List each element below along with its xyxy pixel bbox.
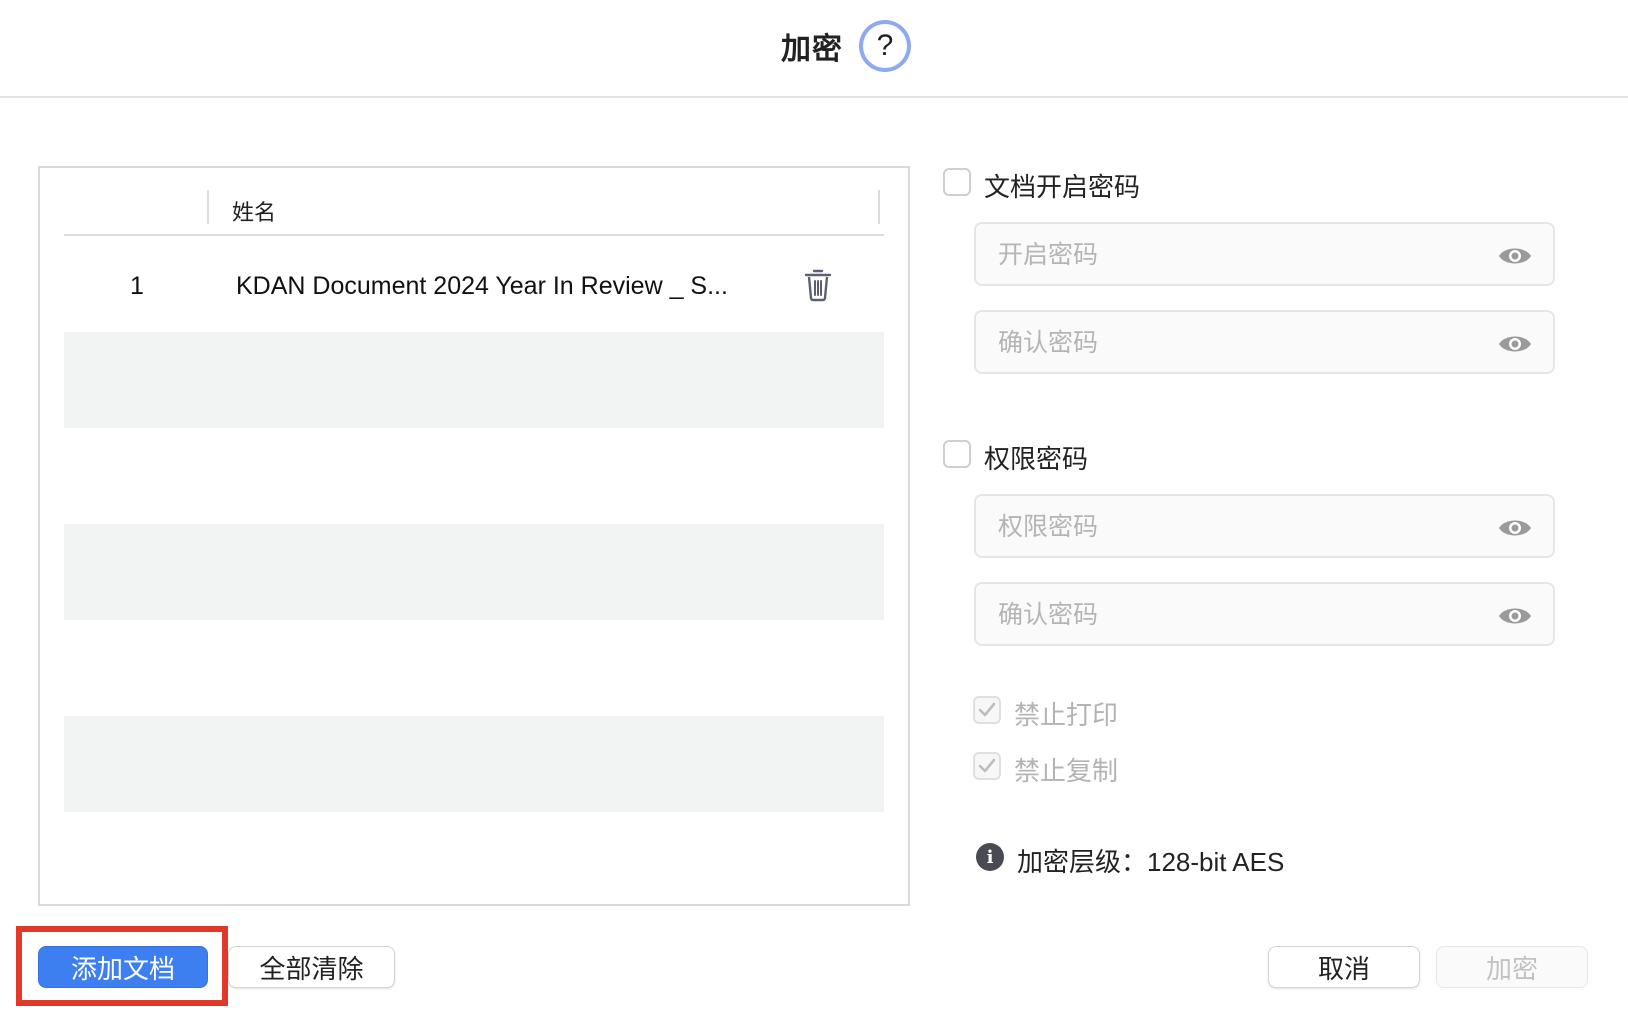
open-password-confirm-input[interactable] — [998, 324, 1478, 362]
dialog-title: 加密 — [781, 33, 843, 66]
eye-icon[interactable] — [1497, 604, 1533, 628]
open-password-confirm-field[interactable] — [974, 310, 1555, 374]
checkmark-icon — [978, 758, 996, 773]
eye-icon[interactable] — [1497, 244, 1533, 268]
add-document-button[interactable]: 添加文档 — [38, 946, 208, 988]
permission-password-confirm-field[interactable] — [974, 582, 1555, 646]
permission-password-checkbox[interactable] — [943, 440, 971, 468]
open-password-checkbox[interactable] — [943, 168, 971, 196]
no-print-checkbox[interactable] — [973, 696, 1001, 724]
cancel-button[interactable]: 取消 — [1268, 946, 1420, 988]
no-copy-checkbox[interactable] — [973, 752, 1001, 780]
empty-row — [64, 716, 884, 812]
column-header-name[interactable]: 姓名 — [232, 195, 276, 227]
encrypt-button[interactable]: 加密 — [1436, 946, 1588, 988]
checkmark-icon — [978, 702, 996, 717]
encryption-level-text: 加密层级：128-bit AES — [1017, 847, 1285, 877]
permission-password-field[interactable] — [974, 494, 1555, 558]
eye-icon[interactable] — [1497, 516, 1533, 540]
column-separator — [878, 190, 880, 224]
permission-password-label[interactable]: 权限密码 — [984, 439, 1088, 476]
row-index: 1 — [130, 272, 144, 300]
question-mark-icon: ? — [863, 24, 907, 68]
open-password-label[interactable]: 文档开启密码 — [984, 167, 1140, 204]
empty-row — [64, 332, 884, 428]
info-icon: i — [976, 843, 1004, 871]
help-button[interactable]: ? — [859, 20, 911, 72]
trash-icon[interactable] — [804, 268, 832, 302]
no-copy-label: 禁止复制 — [1014, 756, 1119, 786]
header-divider — [64, 234, 884, 236]
clear-all-button[interactable]: 全部清除 — [228, 946, 395, 988]
permission-password-input[interactable] — [998, 508, 1478, 546]
open-password-field[interactable] — [974, 222, 1555, 286]
permission-password-confirm-input[interactable] — [998, 596, 1478, 634]
empty-row — [64, 524, 884, 620]
row-file-name[interactable]: KDAN Document 2024 Year In Review _ S... — [236, 272, 728, 301]
eye-icon[interactable] — [1497, 332, 1533, 356]
column-separator — [207, 190, 209, 224]
no-print-label: 禁止打印 — [1014, 700, 1119, 730]
open-password-input[interactable] — [998, 236, 1478, 274]
